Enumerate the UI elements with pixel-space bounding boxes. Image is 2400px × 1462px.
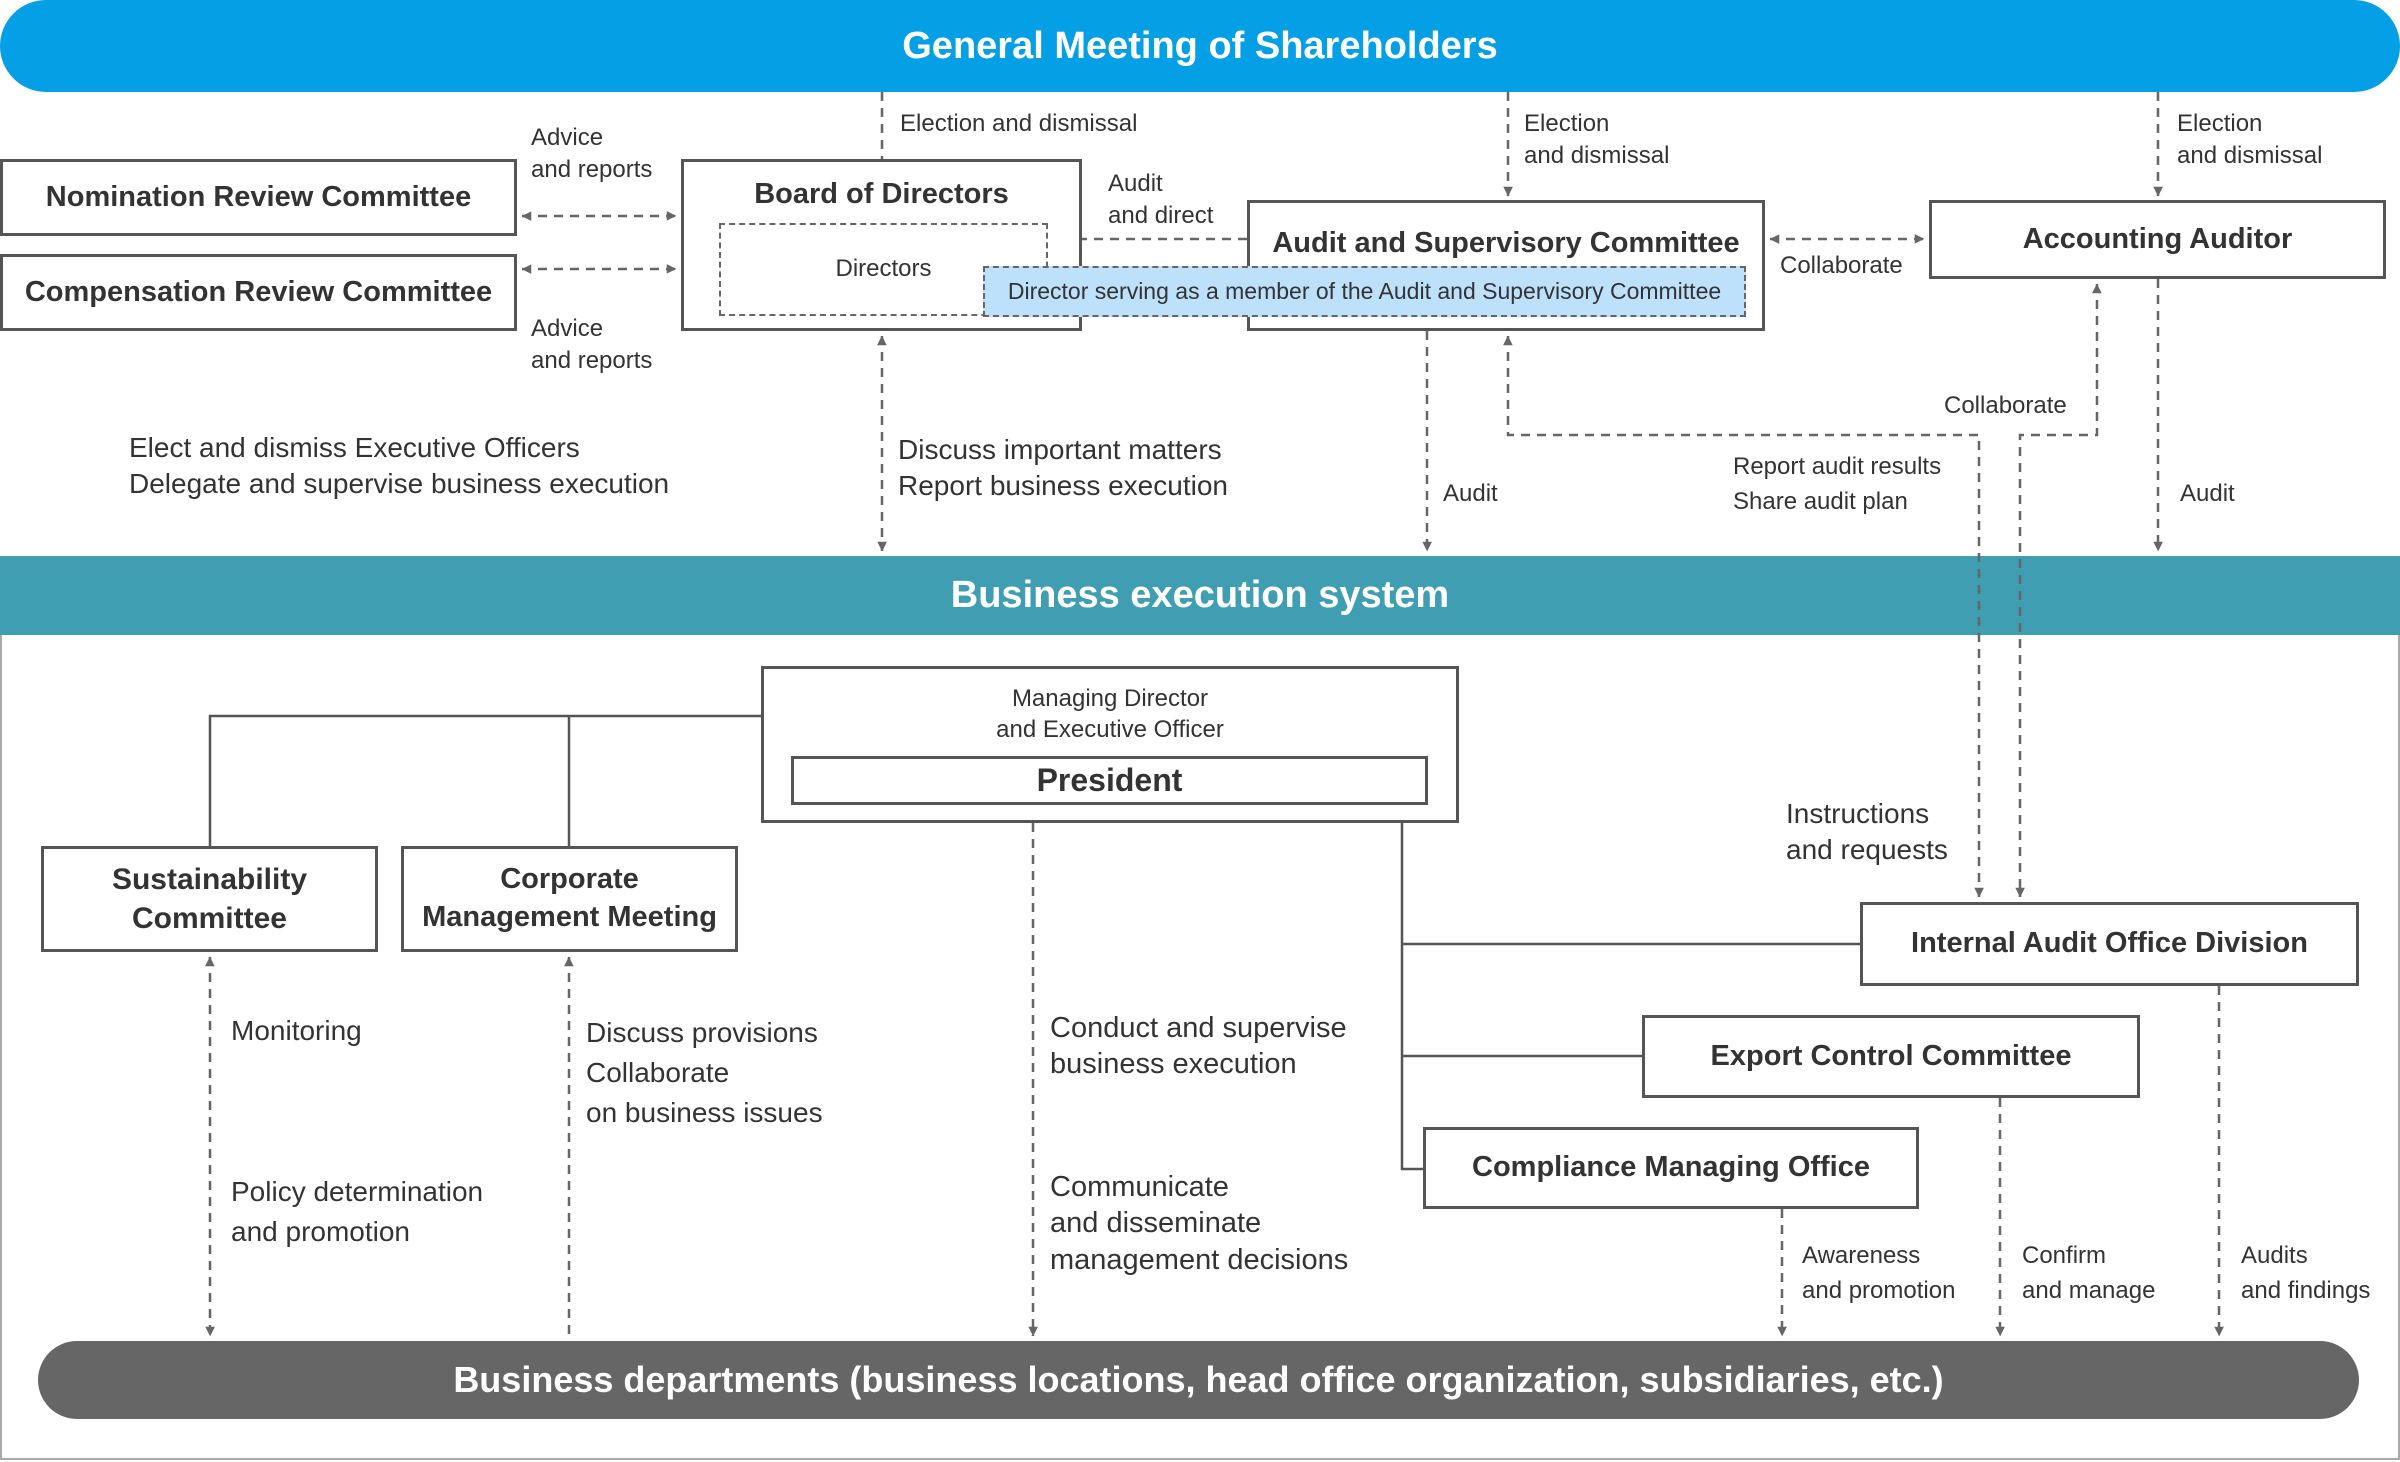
label-line: Delegate and supervise business executio…	[129, 468, 670, 500]
audit-supervisory-committee-label: Audit and Supervisory Committee	[1272, 227, 1740, 259]
label-line: and direct	[1108, 202, 1214, 230]
compensation-review-committee-label: Compensation Review Committee	[24, 275, 493, 308]
election-board-label: Election and dismissal	[900, 110, 1138, 137]
label-line: Audit	[1108, 170, 1163, 197]
discuss-report-label: Discuss important matters Report busines…	[898, 432, 1228, 505]
label-line: on business issues	[586, 1096, 823, 1128]
label-line: Election	[1524, 110, 1610, 137]
board-of-directors-label: Board of Directors	[754, 178, 1009, 210]
label-line: management decisions	[1050, 1243, 1349, 1276]
advice-reports-label-2: Advice and reports	[531, 313, 652, 378]
corporate-management-meeting-label: Corporate Management Meeting	[422, 861, 717, 936]
accounting-auditor: Accounting Auditor	[1929, 200, 2386, 279]
label-line: Managing Director	[1011, 685, 1209, 712]
label-line: Policy determination	[231, 1176, 484, 1207]
audit-label-2: Audit	[2180, 480, 2235, 507]
label-line: Corporate	[500, 863, 639, 896]
communicate-label: Communicate and disseminate management d…	[1050, 1169, 1348, 1278]
nomination-review-committee-label: Nomination Review Committee	[45, 180, 472, 213]
label-line: Audits	[2241, 1242, 2308, 1269]
elect-dismiss-label: Elect and dismiss Executive Officers Del…	[129, 430, 669, 503]
awareness-promotion-label: Awareness and promotion	[1802, 1239, 1955, 1309]
accounting-auditor-label: Accounting Auditor	[2022, 222, 2293, 255]
report-share-label: Report audit results Share audit plan	[1733, 450, 1941, 520]
label-line: Discuss important matters	[898, 434, 1222, 465]
label-line: Advice	[531, 315, 604, 342]
label-line: Elect and dismiss Executive Officers	[129, 432, 580, 463]
confirm-manage-label: Confirm and manage	[2022, 1239, 2155, 1309]
label-line: business execution	[1050, 1048, 1297, 1081]
label-line: Confirm	[2022, 1242, 2107, 1269]
audit-direct-label: Audit and direct	[1108, 168, 1213, 233]
export-control-committee: Export Control Committee	[1642, 1015, 2140, 1098]
audit-committee-member-highlight: Director serving as a member of the Audi…	[983, 266, 1746, 317]
shareholders-meeting-title: General Meeting of Shareholders	[902, 24, 1498, 67]
instructions-requests-label: Instructions and requests	[1786, 796, 1948, 869]
audit-committee-member-label: Director serving as a member of the Audi…	[1007, 277, 1722, 304]
label-line: Discuss provisions	[586, 1017, 818, 1048]
label-line: Conduct and supervise	[1050, 1012, 1347, 1044]
policy-label: Policy determination and promotion	[231, 1172, 483, 1252]
label-line: Awareness	[1802, 1242, 1921, 1269]
label-line: and manage	[2022, 1276, 2156, 1304]
business-execution-band: Business execution system	[0, 556, 2400, 635]
label-line: and findings	[2241, 1276, 2371, 1304]
label-line: Advice	[531, 124, 604, 151]
sustainability-committee: Sustainability Committee	[41, 846, 378, 952]
compensation-review-committee: Compensation Review Committee	[0, 254, 517, 331]
label-line: Committee	[131, 902, 287, 935]
internal-audit-office-division: Internal Audit Office Division	[1860, 902, 2359, 986]
label-line: Communicate	[1050, 1171, 1229, 1203]
label-line: and dismissal	[2177, 142, 2323, 170]
label-line: and promotion	[231, 1215, 411, 1247]
label-line: Instructions	[1786, 798, 1930, 829]
export-control-committee-label: Export Control Committee	[1710, 1039, 2072, 1072]
election-accounting-label: Election and dismissal	[2177, 108, 2322, 173]
audits-findings-label: Audits and findings	[2241, 1239, 2370, 1309]
compliance-managing-office-label: Compliance Managing Office	[1472, 1151, 1870, 1184]
label-line: Election	[2177, 110, 2263, 137]
discuss-provisions-label: Discuss provisions Collaborate on busine…	[586, 1013, 823, 1132]
nomination-review-committee: Nomination Review Committee	[0, 159, 517, 236]
election-audit-label: Election and dismissal	[1524, 108, 1669, 173]
corporate-management-meeting: Corporate Management Meeting	[401, 846, 738, 952]
audit-label-1: Audit	[1443, 480, 1498, 507]
conduct-supervise-label: Conduct and supervise business execution	[1050, 1010, 1347, 1083]
internal-audit-office-label: Internal Audit Office Division	[1911, 927, 2308, 960]
business-departments-banner: Business departments (business locations…	[38, 1341, 2359, 1419]
managing-director-label: Managing Director and Executive Officer	[996, 683, 1224, 745]
advice-reports-label-1: Advice and reports	[531, 122, 652, 187]
sustainability-committee-label: Sustainability Committee	[112, 860, 307, 938]
label-line: and Executive Officer	[996, 716, 1224, 744]
label-line: Management Meeting	[422, 901, 717, 933]
compliance-managing-office: Compliance Managing Office	[1423, 1127, 1919, 1209]
label-line: Report business execution	[898, 470, 1228, 502]
label-line: and reports	[531, 347, 653, 375]
president-label: President	[1036, 761, 1183, 798]
collaborate-label-2: Collaborate	[1944, 392, 2067, 419]
business-execution-title: Business execution system	[950, 574, 1450, 616]
label-line: and promotion	[1802, 1276, 1956, 1304]
business-departments-title: Business departments (business locations…	[453, 1359, 1944, 1400]
label-line: and disseminate	[1050, 1207, 1262, 1240]
label-line: and requests	[1786, 834, 1948, 866]
label-line: and dismissal	[1524, 142, 1670, 170]
label-line: Collaborate	[586, 1056, 730, 1088]
label-line: Sustainability	[111, 863, 308, 896]
label-line: Share audit plan	[1733, 487, 1908, 515]
label-line: Report audit results	[1733, 453, 1942, 480]
monitoring-label: Monitoring	[231, 1015, 362, 1046]
label-line: and reports	[531, 156, 653, 184]
shareholders-meeting-banner: General Meeting of Shareholders	[0, 0, 2400, 92]
collaborate-label-1: Collaborate	[1780, 252, 1903, 279]
president-box: President	[791, 756, 1428, 805]
